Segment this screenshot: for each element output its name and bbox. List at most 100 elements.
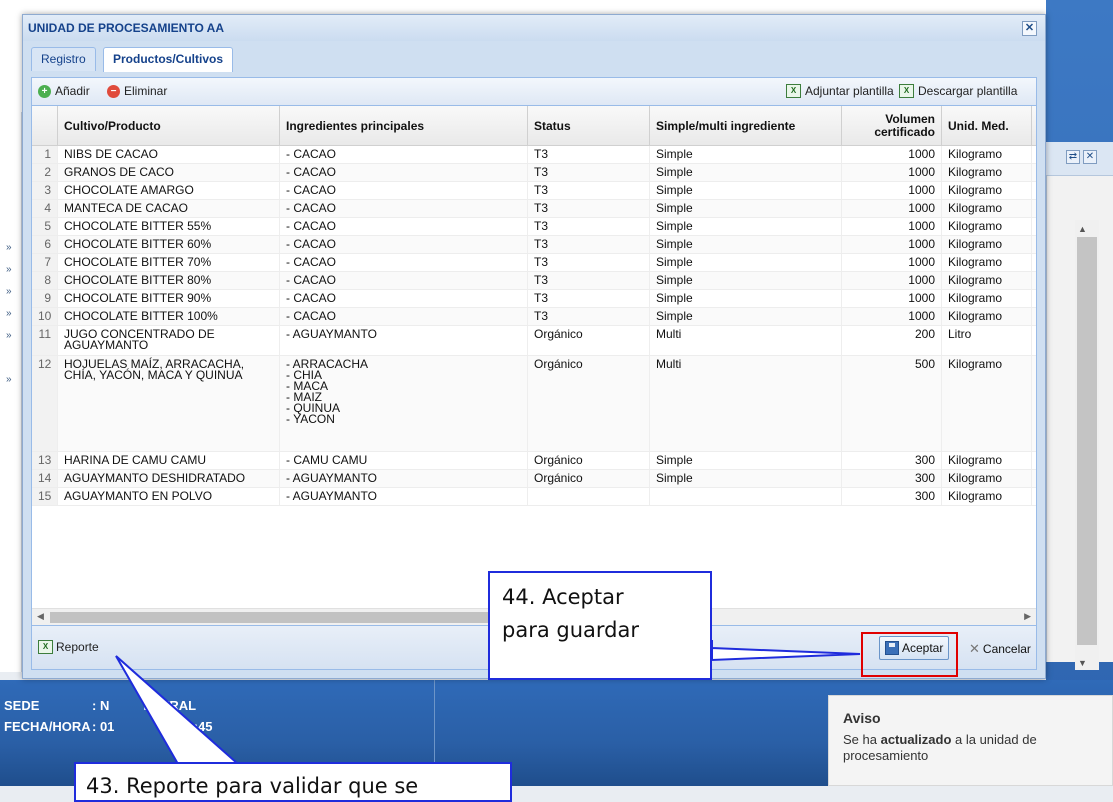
cell-rownum: 3 bbox=[32, 182, 58, 199]
scroll-down-icon[interactable]: ▼ bbox=[1078, 658, 1087, 668]
chevron-right-icon[interactable]: » bbox=[6, 242, 12, 253]
cell-cultivo: CHOCOLATE BITTER 90% bbox=[58, 290, 280, 307]
background-left-menu: » » » » » » bbox=[0, 112, 22, 672]
table-row[interactable]: 8 CHOCOLATE BITTER 80% - CACAO T3 Simple 1000… bbox=[32, 272, 1036, 290]
cell-unidad: Litro bbox=[942, 326, 1032, 355]
cell-ingredientes: - ARRACACHA - CHIA - MACA - MAIZ - QUINU… bbox=[280, 356, 528, 451]
cell-tipo: Simple bbox=[650, 308, 842, 325]
excel-icon: X bbox=[786, 84, 801, 98]
cell-tipo: Simple bbox=[650, 470, 842, 487]
header-ingredientes[interactable]: Ingredientes principales bbox=[280, 106, 528, 146]
cell-rownum: 14 bbox=[32, 470, 58, 487]
chevron-right-icon[interactable]: » bbox=[6, 286, 12, 297]
dialog-titlebar[interactable]: UNIDAD DE PROCESAMIENTO AA ✕ bbox=[23, 15, 1045, 41]
table-row[interactable]: 10 CHOCOLATE BITTER 100% - CACAO T3 Simple 10… bbox=[32, 308, 1036, 326]
info-fecha: FECHA/HORA: 01 03:10:45 bbox=[4, 719, 213, 734]
close-icon[interactable]: ✕ bbox=[1022, 21, 1037, 36]
table-row[interactable]: 12 HOJUELAS MAÍZ, ARRACACHA, CHÍA, YACÓN,… bbox=[32, 356, 1036, 452]
tab-productos-cultivos[interactable]: Productos/Cultivos bbox=[103, 47, 234, 72]
table-row[interactable]: 1 NIBS DE CACAO - CACAO T3 Simple 1000 Kilogra… bbox=[32, 146, 1036, 164]
excel-icon: X bbox=[899, 84, 914, 98]
refresh-icon[interactable]: ⇄ bbox=[1066, 150, 1080, 164]
chevron-right-icon[interactable]: » bbox=[6, 308, 12, 319]
cell-volumen: 1000 bbox=[842, 308, 942, 325]
download-template-button[interactable]: X Descargar plantilla bbox=[899, 84, 1017, 98]
cell-cultivo: MANTECA DE CACAO bbox=[58, 200, 280, 217]
background-scrollbar-thumb[interactable] bbox=[1077, 237, 1097, 645]
scroll-right-icon[interactable]: ▶ bbox=[1024, 611, 1031, 622]
cell-cultivo: NIBS DE CACAO bbox=[58, 146, 280, 163]
report-button[interactable]: X Reporte bbox=[38, 640, 99, 654]
table-row[interactable]: 11 JUGO CONCENTRADO DE AGUAYMANTO - AGUAYM… bbox=[32, 326, 1036, 356]
table-row[interactable]: 4 MANTECA DE CACAO - CACAO T3 Simple 1000 Kilo… bbox=[32, 200, 1036, 218]
notification-toast: Aviso Se ha actualizado a la unidad de p… bbox=[828, 695, 1113, 786]
chevron-right-icon[interactable]: » bbox=[6, 264, 12, 275]
cell-cultivo: GRANOS DE CACO bbox=[58, 164, 280, 181]
cell-rownum: 6 bbox=[32, 236, 58, 253]
add-button[interactable]: + Añadir bbox=[38, 84, 90, 98]
scroll-up-icon[interactable]: ▲ bbox=[1078, 224, 1087, 234]
cell-rownum: 5 bbox=[32, 218, 58, 235]
cell-cultivo: CHOCOLATE BITTER 55% bbox=[58, 218, 280, 235]
chevron-right-icon[interactable]: » bbox=[6, 330, 12, 341]
cell-volumen: 1000 bbox=[842, 218, 942, 235]
cell-cultivo: CHOCOLATE BITTER 60% bbox=[58, 236, 280, 253]
header-volumen[interactable]: Volumen certificado bbox=[842, 106, 942, 146]
cell-status bbox=[528, 488, 650, 505]
table-row[interactable]: 6 CHOCOLATE BITTER 60% - CACAO T3 Simple 1000… bbox=[32, 236, 1036, 254]
cell-volumen: 1000 bbox=[842, 290, 942, 307]
cell-rownum: 2 bbox=[32, 164, 58, 181]
cell-volumen: 200 bbox=[842, 326, 942, 355]
table-row[interactable]: 2 GRANOS DE CACO - CACAO T3 Simple 1000 Kilogr… bbox=[32, 164, 1036, 182]
cell-rownum: 7 bbox=[32, 254, 58, 271]
report-callout: 43. Reporte para validar que se bbox=[74, 762, 512, 802]
cell-tipo: Simple bbox=[650, 290, 842, 307]
cell-unidad: Kilogramo bbox=[942, 356, 1032, 451]
table-row[interactable]: 7 CHOCOLATE BITTER 70% - CACAO T3 Simple 1000… bbox=[32, 254, 1036, 272]
table-row[interactable]: 9 CHOCOLATE BITTER 90% - CACAO T3 Simple 1000… bbox=[32, 290, 1036, 308]
header-status[interactable]: Status bbox=[528, 106, 650, 146]
cell-cultivo: AGUAYMANTO EN POLVO bbox=[58, 488, 280, 505]
table-row[interactable]: 3 CHOCOLATE AMARGO - CACAO T3 Simple 1000 Kilo… bbox=[32, 182, 1036, 200]
cell-volumen: 300 bbox=[842, 452, 942, 469]
cell-unidad: Kilogramo bbox=[942, 254, 1032, 271]
table-row[interactable]: 14 AGUAYMANTO DESHIDRATADO - AGUAYMANTO Org… bbox=[32, 470, 1036, 488]
cell-rownum: 10 bbox=[32, 308, 58, 325]
cell-tipo: Simple bbox=[650, 236, 842, 253]
cell-status: T3 bbox=[528, 308, 650, 325]
header-simple-multi[interactable]: Simple/multi ingrediente bbox=[650, 106, 842, 146]
chevron-right-icon[interactable]: » bbox=[6, 374, 12, 385]
table-row[interactable]: 5 CHOCOLATE BITTER 55% - CACAO T3 Simple 1000… bbox=[32, 218, 1036, 236]
cell-unidad: Kilogramo bbox=[942, 218, 1032, 235]
cell-tipo: Multi bbox=[650, 356, 842, 451]
cell-tipo: Simple bbox=[650, 182, 842, 199]
cell-status: T3 bbox=[528, 272, 650, 289]
table-row[interactable]: 13 HARINA DE CAMU CAMU - CAMU CAMU Orgánico… bbox=[32, 452, 1036, 470]
header-cultivo[interactable]: Cultivo/Producto bbox=[58, 106, 280, 146]
cell-volumen: 1000 bbox=[842, 164, 942, 181]
delete-button[interactable]: − Eliminar bbox=[107, 84, 167, 98]
header-unidad[interactable]: Unid. Med. bbox=[942, 106, 1032, 146]
header-rownum bbox=[32, 106, 58, 146]
remove-icon: − bbox=[107, 84, 120, 98]
cell-status: T3 bbox=[528, 218, 650, 235]
cell-volumen: 1000 bbox=[842, 254, 942, 271]
cell-volumen: 1000 bbox=[842, 272, 942, 289]
info-sede: SEDE: N ENTRAL bbox=[4, 698, 197, 713]
cell-unidad: Kilogramo bbox=[942, 182, 1032, 199]
cell-unidad: Kilogramo bbox=[942, 200, 1032, 217]
table-row[interactable]: 15 AGUAYMANTO EN POLVO - AGUAYMANTO 300 Kilo… bbox=[32, 488, 1036, 506]
products-grid: Cultivo/Producto Ingredientes principale… bbox=[31, 105, 1037, 626]
cell-cultivo: CHOCOLATE AMARGO bbox=[58, 182, 280, 199]
tab-registro[interactable]: Registro bbox=[31, 47, 96, 71]
notification-title: Aviso bbox=[843, 710, 881, 726]
cell-rownum: 9 bbox=[32, 290, 58, 307]
cancel-button[interactable]: ✕ Cancelar bbox=[969, 641, 1031, 657]
scroll-left-icon[interactable]: ◀ bbox=[37, 611, 44, 622]
cell-status: T3 bbox=[528, 146, 650, 163]
attach-template-button[interactable]: X Adjuntar plantilla bbox=[786, 84, 894, 98]
close-icon[interactable]: ✕ bbox=[1083, 150, 1097, 164]
cell-unidad: Kilogramo bbox=[942, 272, 1032, 289]
cell-rownum: 15 bbox=[32, 488, 58, 505]
accept-callout: 44. Aceptar para guardar bbox=[488, 571, 712, 680]
